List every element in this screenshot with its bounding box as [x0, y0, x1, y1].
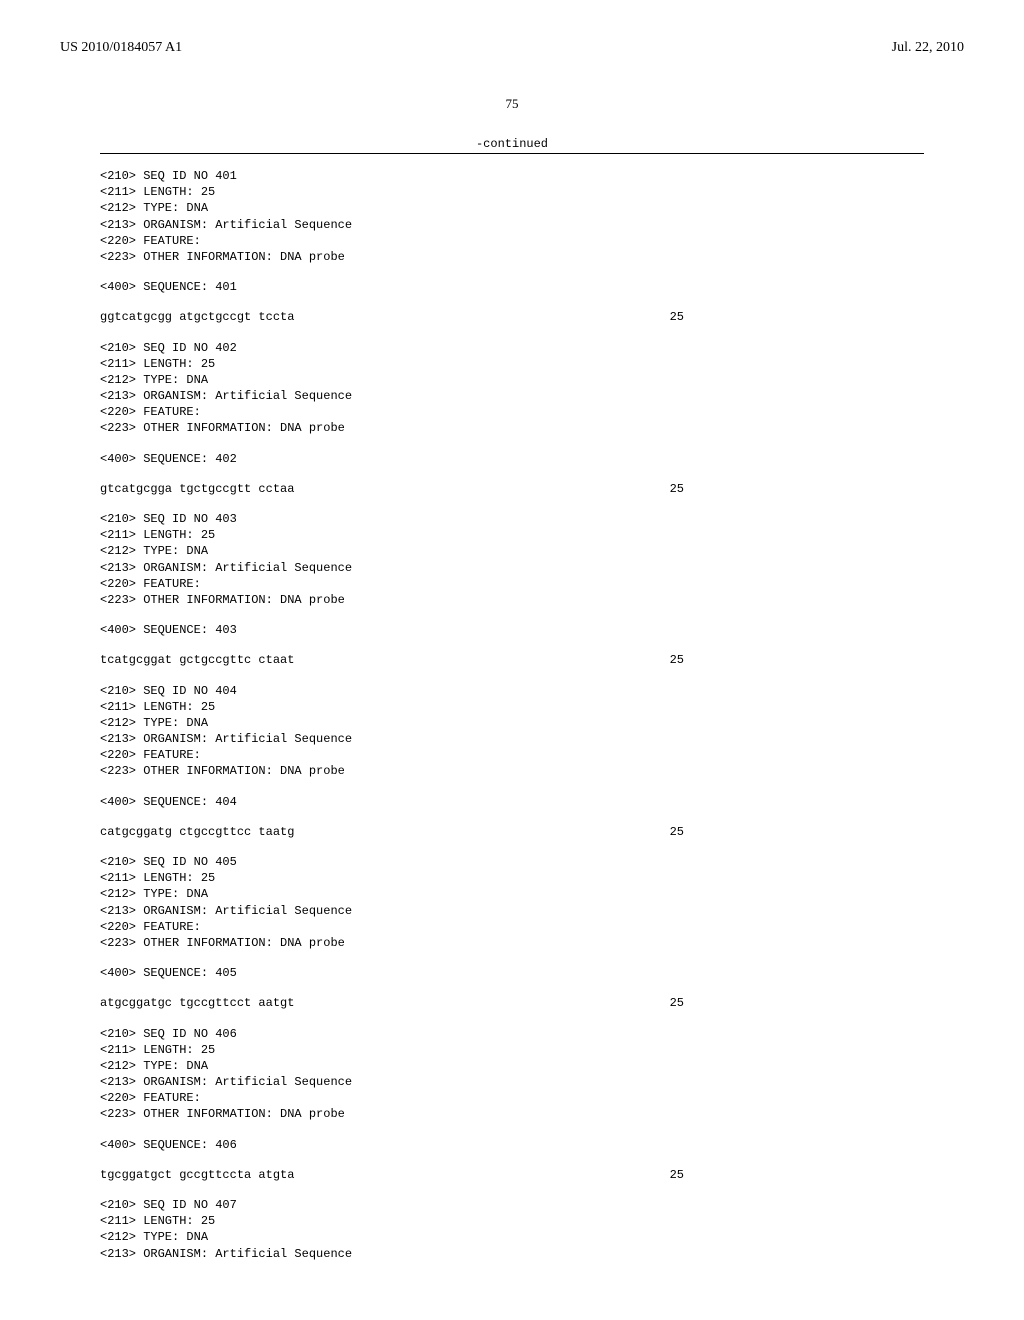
sequence-header-line: <223> OTHER INFORMATION: DNA probe	[100, 592, 924, 608]
sequence-position: 25	[670, 652, 924, 668]
sequence-row: tgcggatgct gccgttccta atgta 25	[100, 1167, 924, 1183]
sequence-text: tcatgcggat gctgccgttc ctaat	[100, 652, 294, 668]
sequence-header-line: <210> SEQ ID NO 403	[100, 511, 924, 527]
sequence-header-line: <212> TYPE: DNA	[100, 200, 924, 216]
sequence-position: 25	[670, 824, 924, 840]
sequence-header-line: <220> FEATURE:	[100, 747, 924, 763]
sequence-header-line: <220> FEATURE:	[100, 404, 924, 420]
page-number: 75	[0, 96, 1024, 112]
sequence-text: tgcggatgct gccgttccta atgta	[100, 1167, 294, 1183]
sequence-header-line: <220> FEATURE:	[100, 919, 924, 935]
sequence-label: <400> SEQUENCE: 404	[100, 794, 924, 810]
sequence-header-line: <213> ORGANISM: Artificial Sequence	[100, 217, 924, 233]
sequence-entry: <210> SEQ ID NO 401<211> LENGTH: 25<212>…	[100, 168, 924, 326]
sequence-header-line: <212> TYPE: DNA	[100, 886, 924, 902]
sequence-header-line: <211> LENGTH: 25	[100, 699, 924, 715]
sequence-header-line: <220> FEATURE:	[100, 233, 924, 249]
sequence-header-line: <211> LENGTH: 25	[100, 356, 924, 372]
sequence-header-line: <223> OTHER INFORMATION: DNA probe	[100, 763, 924, 779]
sequence-row: tcatgcggat gctgccgttc ctaat 25	[100, 652, 924, 668]
sequence-header-line: <212> TYPE: DNA	[100, 1058, 924, 1074]
sequence-entry: <210> SEQ ID NO 404<211> LENGTH: 25<212>…	[100, 683, 924, 841]
sequence-row: gtcatgcgga tgctgccgtt cctaa 25	[100, 481, 924, 497]
sequence-header-line: <210> SEQ ID NO 401	[100, 168, 924, 184]
sequence-header-line: <212> TYPE: DNA	[100, 372, 924, 388]
sequence-header-line: <223> OTHER INFORMATION: DNA probe	[100, 249, 924, 265]
sequence-header-line: <223> OTHER INFORMATION: DNA probe	[100, 935, 924, 951]
sequences-container: <210> SEQ ID NO 401<211> LENGTH: 25<212>…	[100, 168, 924, 1262]
sequence-row: catgcggatg ctgccgttcc taatg 25	[100, 824, 924, 840]
sequence-header-line: <210> SEQ ID NO 404	[100, 683, 924, 699]
sequence-label: <400> SEQUENCE: 403	[100, 622, 924, 638]
sequence-header-line: <213> ORGANISM: Artificial Sequence	[100, 560, 924, 576]
publication-date: Jul. 22, 2010	[892, 40, 964, 56]
sequence-label: <400> SEQUENCE: 402	[100, 451, 924, 467]
sequence-header-line: <210> SEQ ID NO 402	[100, 340, 924, 356]
sequence-position: 25	[670, 481, 924, 497]
sequence-label: <400> SEQUENCE: 406	[100, 1137, 924, 1153]
sequence-header-line: <220> FEATURE:	[100, 576, 924, 592]
sequence-header-line: <211> LENGTH: 25	[100, 1213, 924, 1229]
sequence-text: catgcggatg ctgccgttcc taatg	[100, 824, 294, 840]
sequence-entry: <210> SEQ ID NO 402<211> LENGTH: 25<212>…	[100, 340, 924, 498]
sequence-position: 25	[670, 1167, 924, 1183]
sequence-header-line: <210> SEQ ID NO 406	[100, 1026, 924, 1042]
sequence-label: <400> SEQUENCE: 401	[100, 279, 924, 295]
sequence-header-line: <220> FEATURE:	[100, 1090, 924, 1106]
sequence-header-line: <223> OTHER INFORMATION: DNA probe	[100, 420, 924, 436]
sequence-header-line: <210> SEQ ID NO 407	[100, 1197, 924, 1213]
sequence-header-line: <211> LENGTH: 25	[100, 184, 924, 200]
sequence-header-line: <212> TYPE: DNA	[100, 543, 924, 559]
sequence-entry: <210> SEQ ID NO 406<211> LENGTH: 25<212>…	[100, 1026, 924, 1184]
sequence-header-line: <213> ORGANISM: Artificial Sequence	[100, 1074, 924, 1090]
sequence-header-line: <210> SEQ ID NO 405	[100, 854, 924, 870]
sequence-text: ggtcatgcgg atgctgccgt tccta	[100, 309, 294, 325]
sequence-entry: <210> SEQ ID NO 407<211> LENGTH: 25<212>…	[100, 1197, 924, 1262]
sequence-label: <400> SEQUENCE: 405	[100, 965, 924, 981]
sequence-header-line: <211> LENGTH: 25	[100, 527, 924, 543]
sequence-header-line: <211> LENGTH: 25	[100, 870, 924, 886]
sequence-header-line: <211> LENGTH: 25	[100, 1042, 924, 1058]
sequence-entry: <210> SEQ ID NO 405<211> LENGTH: 25<212>…	[100, 854, 924, 1012]
sequence-row: atgcggatgc tgccgttcct aatgt 25	[100, 995, 924, 1011]
sequence-header-line: <213> ORGANISM: Artificial Sequence	[100, 1246, 924, 1262]
sequence-text: gtcatgcgga tgctgccgtt cctaa	[100, 481, 294, 497]
sequence-entry: <210> SEQ ID NO 403<211> LENGTH: 25<212>…	[100, 511, 924, 669]
content-area: -continued <210> SEQ ID NO 401<211> LENG…	[0, 137, 1024, 1302]
patent-number: US 2010/0184057 A1	[60, 40, 182, 56]
page-header: US 2010/0184057 A1 Jul. 22, 2010	[0, 0, 1024, 66]
sequence-header-line: <213> ORGANISM: Artificial Sequence	[100, 731, 924, 747]
sequence-position: 25	[670, 309, 924, 325]
continued-label: -continued	[100, 137, 924, 151]
sequence-position: 25	[670, 995, 924, 1011]
sequence-header-line: <213> ORGANISM: Artificial Sequence	[100, 388, 924, 404]
sequence-text: atgcggatgc tgccgttcct aatgt	[100, 995, 294, 1011]
sequence-header-line: <223> OTHER INFORMATION: DNA probe	[100, 1106, 924, 1122]
separator-line	[100, 153, 924, 154]
sequence-header-line: <213> ORGANISM: Artificial Sequence	[100, 903, 924, 919]
sequence-row: ggtcatgcgg atgctgccgt tccta 25	[100, 309, 924, 325]
sequence-header-line: <212> TYPE: DNA	[100, 715, 924, 731]
sequence-header-line: <212> TYPE: DNA	[100, 1229, 924, 1245]
